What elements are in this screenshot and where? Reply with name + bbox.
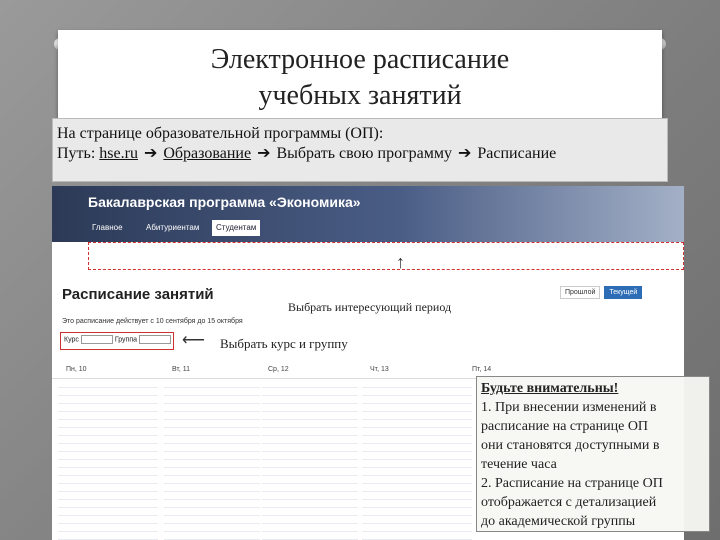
warning-line: 2. Расписание на странице ОП (481, 476, 663, 491)
col-header: Пт, 14 (472, 366, 492, 373)
path-intro: На странице образовательной программы (О… (57, 125, 384, 142)
slide-title-line1: Электронное расписание (210, 44, 510, 75)
site-banner: Бакалаврская программа «Экономика» Главн… (52, 186, 684, 242)
title-card: Электронное расписание учебных занятий (58, 30, 662, 122)
page-title: Расписание занятий (62, 286, 214, 303)
prev-week-button[interactable]: Прошлой (560, 286, 601, 299)
period-selector-highlight[interactable] (88, 242, 684, 270)
warning-line: расписание на странице ОП (481, 419, 649, 434)
slide-title-line2: учебных занятий (258, 80, 462, 111)
annotation-course: Выбрать курс и группу (220, 336, 348, 351)
arrow-left-icon: ⟵ (182, 332, 205, 349)
col-header: Вт, 11 (172, 366, 191, 373)
arrow-right-icon: ➔ (457, 145, 472, 162)
education-link[interactable]: Образование (163, 145, 251, 162)
path-step-schedule: Расписание (477, 145, 557, 162)
schedule-validity: Это расписание действует с 10 сентября д… (62, 318, 243, 325)
warning-note: Будьте внимательны! 1. При внесении изме… (476, 376, 710, 532)
arrow-right-icon: ➔ (257, 145, 271, 162)
course-label: Курс (64, 336, 79, 344)
course-select[interactable] (80, 335, 113, 344)
warning-title: Будьте внимательны! (481, 381, 619, 396)
arrow-up-icon: ↑ (396, 252, 405, 272)
warning-line: 1. При внесении изменений в (481, 400, 657, 415)
path-prefix: Путь: (57, 145, 96, 162)
path-step-program: Выбрать свою программу (276, 145, 452, 162)
path-steps: Путь: hse.ru ➔ Образование ➔ Выбрать сво… (57, 143, 556, 163)
group-select[interactable] (138, 335, 171, 344)
week-switch: Прошлой Текущей (560, 286, 680, 346)
warning-line: они становятся доступными в (481, 438, 660, 453)
current-week-button[interactable]: Текущей (604, 286, 643, 299)
warning-line: до академической группы (481, 514, 636, 529)
course-group-labels: Курс Группа (64, 335, 171, 344)
col-header: Чт, 13 (370, 366, 389, 373)
warning-line: отображается с детализацией (481, 495, 657, 510)
arrow-right-icon: ➔ (143, 145, 158, 162)
col-header: Ср, 12 (268, 366, 289, 373)
banner-title: Бакалаврская программа «Экономика» (88, 194, 361, 210)
nav-tab-applicants[interactable]: Абитуриентам (142, 220, 203, 236)
col-header: Пн, 10 (66, 366, 87, 373)
nav-tab-main[interactable]: Главное (88, 220, 127, 236)
path-card: На странице образовательной программы (О… (52, 118, 668, 182)
annotation-period: Выбрать интересующий период (288, 300, 452, 314)
group-label: Группа (114, 336, 137, 344)
nav-tab-students[interactable]: Студентам (212, 220, 261, 236)
warning-line: течение часа (481, 457, 557, 472)
hse-link[interactable]: hse.ru (99, 145, 138, 162)
